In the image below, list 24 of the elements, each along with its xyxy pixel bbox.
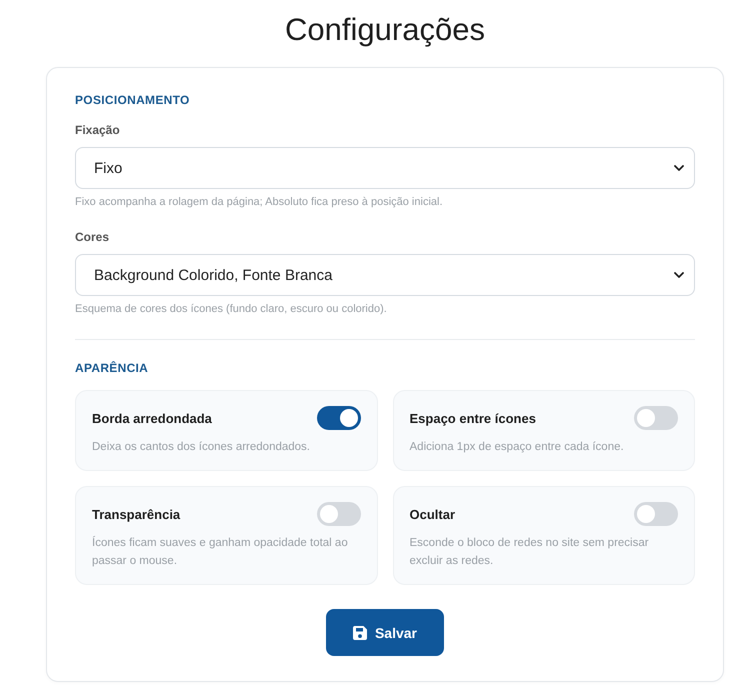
page-title: Configurações [284, 12, 486, 48]
save-button[interactable]: Salvar [326, 609, 444, 656]
section-heading: APARÊNCIA [75, 360, 150, 376]
toggle-label: Ocultar [410, 506, 456, 522]
chevron-down-icon [674, 165, 684, 171]
section-heading: POSICIONAMENTO [75, 92, 191, 108]
toggle-label: Transparência [92, 506, 180, 522]
dropdown-field[interactable]: Background Colorido, Fonte Branca [75, 254, 695, 296]
field-label: Fixação [75, 122, 121, 138]
dropdown-field[interactable]: Fixo [75, 147, 695, 189]
toggle-description: Ícones ficam suaves e ganham opacidade total ao passar o mouse. [92, 535, 349, 569]
toggle-switch[interactable] [316, 502, 360, 526]
toggle-description: Esconde o bloco de redes no site sem precisar excluir as redes. [410, 536, 650, 569]
field-hint: Esquema de cores dos ícones (fundo claro, escuro ou colorido). [75, 302, 388, 316]
toggle-switch[interactable] [316, 406, 360, 430]
toggle-label: Borda arredondada [92, 410, 212, 426]
field-hint: Fixo acompanha a rolagem da página; Absoluto fica preso à posição inicial. [75, 195, 444, 209]
toggle-label: Espaço entre ícones [410, 410, 536, 426]
toggle-description: Deixa os cantos dos ícones arredondados. [92, 440, 311, 455]
toggle-description: Adiciona 1px de espaço entre cada ícone. [410, 440, 625, 455]
field-label: Cores [75, 229, 110, 245]
toggle-switch[interactable] [634, 406, 678, 430]
chevron-down-icon [674, 272, 684, 278]
toggle-switch[interactable] [634, 502, 678, 526]
